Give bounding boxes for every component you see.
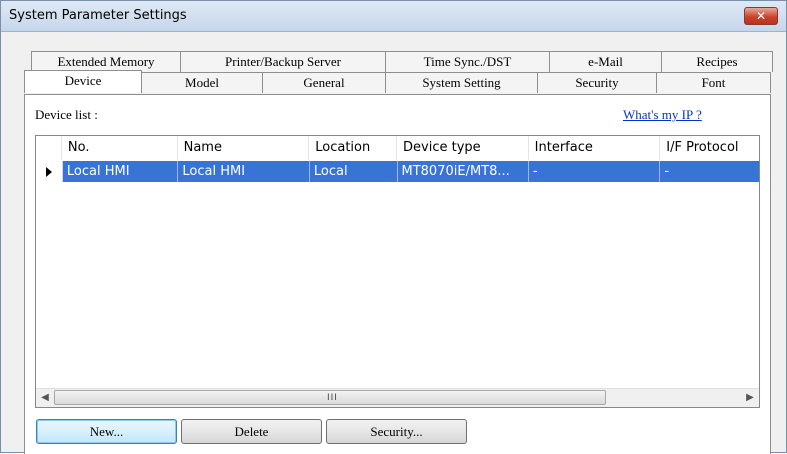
column-header-name[interactable]: Name (178, 136, 310, 160)
close-icon: ✕ (755, 9, 767, 23)
scroll-right-icon[interactable]: ▶ (741, 389, 759, 407)
tab-font[interactable]: Font (656, 72, 771, 93)
column-header-no[interactable]: No. (62, 136, 178, 160)
tab-extended-memory[interactable]: Extended Memory (31, 51, 181, 72)
tab-general[interactable]: General (262, 72, 386, 93)
row-header-spacer (36, 136, 62, 160)
cell-no[interactable]: Local HMI (62, 161, 179, 182)
tab-row-bottom: Device Model General System Setting Secu… (24, 70, 771, 93)
scrollbar-thumb[interactable]: III (54, 390, 606, 405)
column-header-if-protocol[interactable]: I/F Protocol (660, 136, 759, 160)
tab-device[interactable]: Device (24, 70, 142, 93)
security-button[interactable]: Security... (326, 419, 467, 444)
system-parameter-settings-window: System Parameter Settings ✕ Extended Mem… (0, 0, 787, 454)
table-row[interactable]: Local HMI Local HMI Local MT8070iE/MT8..… (36, 161, 759, 182)
tab-printer-backup-server[interactable]: Printer/Backup Server (180, 51, 386, 72)
cell-name[interactable]: Local HMI (178, 161, 310, 182)
new-button[interactable]: New... (36, 419, 177, 444)
cell-interface[interactable]: - (528, 161, 661, 182)
tab-system-setting[interactable]: System Setting (385, 72, 538, 93)
tab-email[interactable]: e-Mail (549, 51, 662, 72)
current-row-arrow-icon (46, 167, 52, 177)
device-list-header: No. Name Location Device type Interface … (36, 136, 759, 160)
title-bar: System Parameter Settings ✕ (1, 1, 786, 32)
whats-my-ip-link[interactable]: What's my IP ? (623, 107, 702, 123)
cell-location[interactable]: Local (309, 161, 398, 182)
tab-row-top: Extended Memory Printer/Backup Server Ti… (31, 51, 773, 72)
column-header-interface[interactable]: Interface (529, 136, 661, 160)
close-button[interactable]: ✕ (744, 7, 778, 25)
device-list-label: Device list : (35, 107, 98, 122)
column-header-location[interactable]: Location (309, 136, 398, 160)
scrollbar-grip: III (327, 393, 338, 403)
tab-time-sync-dst[interactable]: Time Sync./DST (385, 51, 550, 72)
tab-security[interactable]: Security (537, 72, 657, 93)
tab-recipes[interactable]: Recipes (661, 51, 773, 72)
delete-button[interactable]: Delete (181, 419, 322, 444)
device-tab-panel: Device list : What's my IP ? No. Name Lo… (24, 94, 771, 454)
device-list[interactable]: No. Name Location Device type Interface … (35, 135, 760, 408)
window-title: System Parameter Settings (9, 8, 187, 23)
cell-device-type[interactable]: MT8070iE/MT8... (397, 161, 529, 182)
scroll-left-icon[interactable]: ◀ (36, 389, 54, 407)
tab-model[interactable]: Model (141, 72, 263, 93)
cell-if-protocol[interactable]: - (660, 161, 759, 182)
horizontal-scrollbar[interactable]: ◀ III ▶ (36, 388, 759, 407)
column-header-device-type[interactable]: Device type (397, 136, 529, 160)
row-selector[interactable] (36, 161, 63, 182)
